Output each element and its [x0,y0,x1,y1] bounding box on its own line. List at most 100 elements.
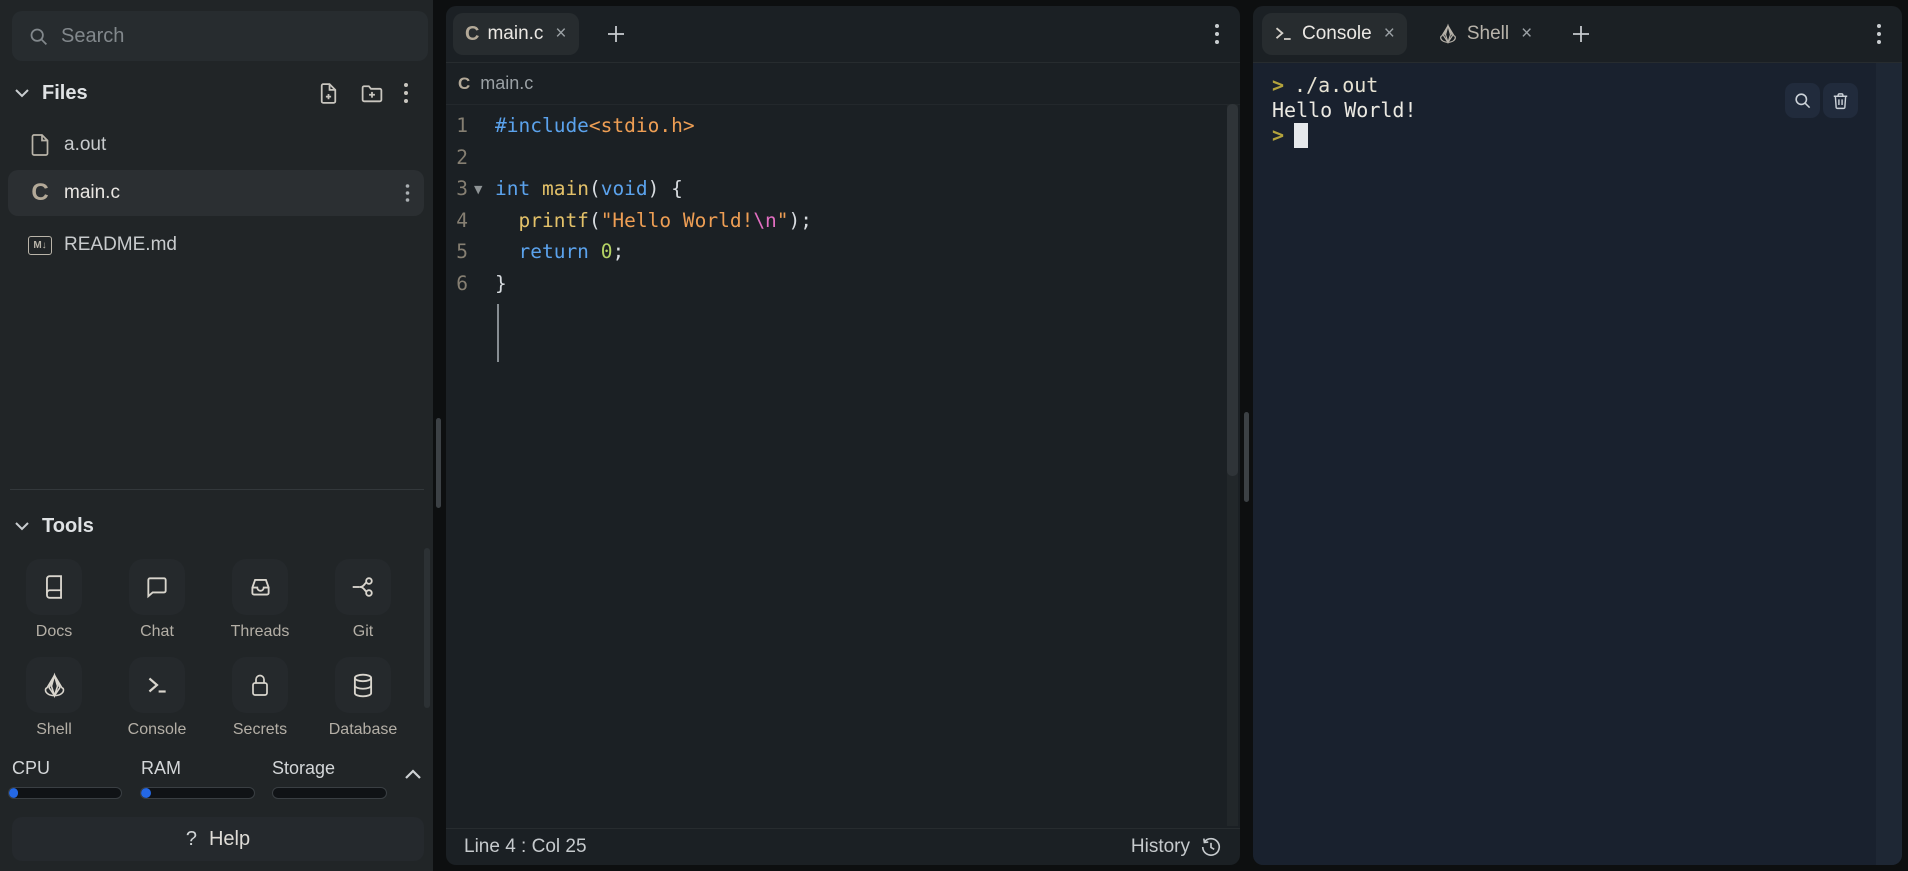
sidebar-scrollbar-thumb[interactable] [424,548,430,708]
code-token: ); [789,209,812,232]
tool-label: Console [128,721,187,739]
editor-status-bar: Line 4 : Col 25 History [446,828,1240,865]
file-row-aout[interactable]: a.out [8,122,424,168]
new-file-button[interactable] [316,81,341,106]
code-token [589,240,601,263]
close-icon[interactable]: × [555,23,566,45]
console-menu-kebab-icon[interactable] [1876,22,1882,46]
tab-label: Shell [1467,23,1509,45]
code-line: 6} [446,268,1240,299]
tool-label: Database [329,721,398,739]
ram-meter [140,787,255,799]
line-number: 5 [450,236,468,267]
chevron-down-icon [14,88,30,98]
code-editor[interactable]: 1#include<stdio.h>23▼int main(void) {4 p… [446,104,1240,828]
editor-tab-bar: C main.c × [446,6,1240,63]
terminal-search-button[interactable] [1785,83,1820,118]
files-section-header[interactable]: Files [0,77,433,109]
shell-icon [1437,23,1459,45]
console-icon [129,657,185,713]
search-placeholder: Search [61,25,124,48]
chevron-up-icon[interactable] [404,769,422,780]
c-file-icon: C [458,74,470,94]
sidebar-resize-handle[interactable] [436,418,441,508]
threads-icon [232,559,288,615]
ram-meter-fill [141,788,151,798]
question-mark-icon: ? [186,828,197,851]
code-line: 5 return 0; [446,236,1240,267]
tool-docs[interactable]: Docs [26,559,82,641]
code-token [530,177,542,200]
console-tab-bar: Console × Shell × [1253,6,1902,63]
terminal-clear-trash-button[interactable] [1823,83,1858,118]
code-text: int main(void) { [495,173,683,204]
code-token: 0 [601,240,613,263]
code-token: ; [612,240,624,263]
fold-marker-icon[interactable]: ▼ [474,174,482,205]
tool-console[interactable]: Console [129,657,185,739]
file-menu-kebab-icon[interactable] [405,183,410,203]
code-token: #include [495,114,589,137]
sidebar: Search Files a.out [0,0,433,871]
tools-section-header[interactable]: Tools [0,510,433,542]
breadcrumb[interactable]: C main.c [446,63,1240,105]
terminal-command-line: > ./a.out [1272,72,1378,98]
cpu-meter-fill [9,788,18,798]
tool-threads[interactable]: Threads [232,559,288,641]
editor-scrollbar-thumb[interactable] [1227,104,1238,476]
code-token: main [542,177,589,200]
tool-label: Git [353,623,373,641]
history-icon [1200,836,1222,858]
line-number: 6 [450,268,468,299]
code-line: 2 [446,142,1240,173]
tools-grid: Docs Chat Threads Git [26,559,391,739]
editor-menu-kebab-icon[interactable] [1214,22,1220,46]
tab-shell[interactable]: Shell × [1425,13,1544,55]
search-input[interactable]: Search [12,11,428,61]
file-row-readme[interactable]: M↓ README.md [8,222,424,268]
cpu-label: CPU [12,758,50,779]
file-name: README.md [64,234,177,256]
code-token: ( [589,209,601,232]
code-token: } [495,272,507,295]
shell-icon [26,657,82,713]
tab-mainc[interactable]: C main.c × [453,13,579,55]
history-button[interactable]: History [1131,836,1222,858]
terminal[interactable]: > ./a.out Hello World! > [1253,63,1902,865]
ide-window: Search Files a.out [0,0,1908,871]
new-terminal-tab-button[interactable] [1570,23,1592,45]
close-icon[interactable]: × [1521,23,1532,45]
console-pane: Console × Shell × > ./a.out [1253,6,1902,865]
close-icon[interactable]: × [1384,23,1395,45]
history-label: History [1131,836,1190,858]
tab-console[interactable]: Console × [1262,13,1407,55]
file-name: a.out [64,134,106,156]
console-icon [1274,25,1294,43]
code-token [495,209,518,232]
tool-git[interactable]: Git [335,559,391,641]
code-text: #include<stdio.h> [495,110,695,141]
indent-guide [497,304,499,362]
file-name: main.c [64,182,120,204]
new-tab-button[interactable] [605,23,627,45]
code-token: return [518,240,588,263]
markdown-icon: M↓ [28,236,52,255]
file-row-mainc[interactable]: C main.c [8,170,424,216]
code-token: "Hello World! [601,209,754,232]
help-button[interactable]: ? Help [12,817,424,861]
file-icon [28,133,52,157]
code-line: 1#include<stdio.h> [446,110,1240,141]
panel-resize-handle[interactable] [1244,412,1249,502]
terminal-command: ./a.out [1294,72,1378,98]
terminal-output-line: Hello World! [1272,97,1417,123]
files-menu-kebab-icon[interactable] [403,81,409,105]
new-folder-button[interactable] [359,81,385,106]
code-token: ) { [648,177,683,200]
tool-chat[interactable]: Chat [129,559,185,641]
search-icon [28,26,49,47]
tool-secrets[interactable]: Secrets [232,657,288,739]
tool-database[interactable]: Database [335,657,391,739]
tool-shell[interactable]: Shell [26,657,82,739]
line-number: 4 [450,205,468,236]
prompt-icon: > [1272,72,1284,98]
